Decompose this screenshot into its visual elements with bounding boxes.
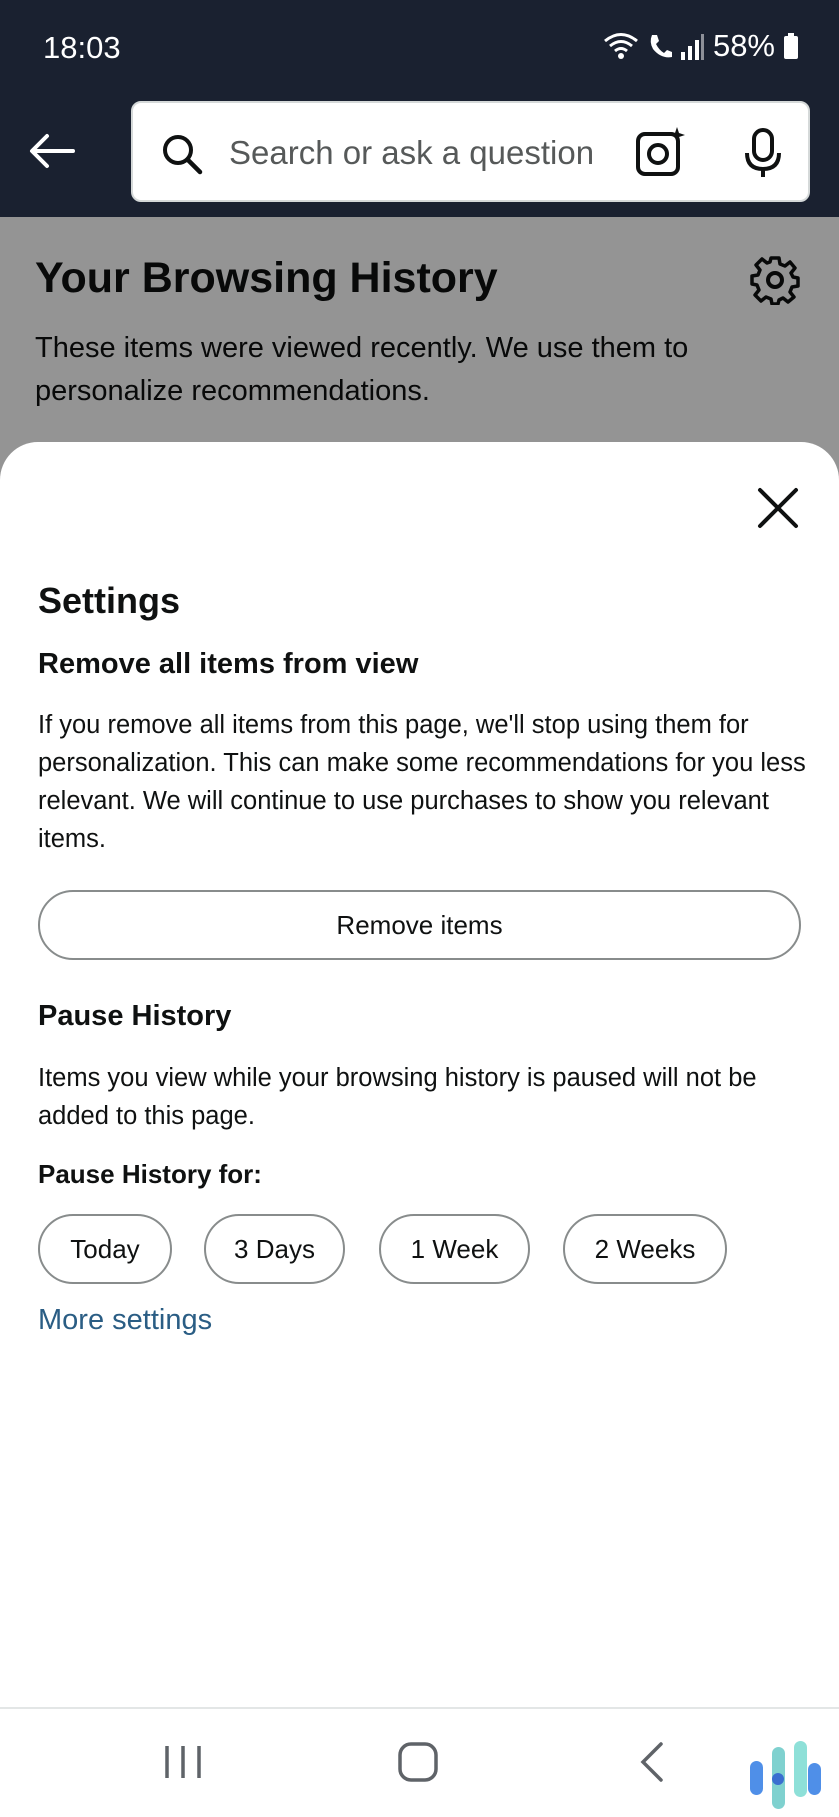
pause-option-1-week[interactable]: 1 Week — [379, 1214, 530, 1284]
more-settings-link[interactable]: More settings — [38, 1304, 212, 1337]
search-icon — [163, 135, 203, 175]
remove-items-description: If you remove all items from this page, … — [38, 711, 806, 853]
battery-percent: 58% — [712, 28, 775, 63]
battery-icon — [784, 33, 798, 59]
close-icon — [758, 488, 798, 528]
nav-back-icon[interactable] — [637, 1740, 667, 1784]
remove-items-heading: Remove all items from view — [38, 648, 419, 680]
pause-history-for-label: Pause History for: — [38, 1159, 262, 1189]
pause-option-2-weeks[interactable]: 2 Weeks — [563, 1214, 727, 1284]
back-arrow-icon — [30, 134, 75, 168]
back-button[interactable] — [26, 125, 78, 177]
close-button[interactable] — [752, 482, 804, 534]
search-input[interactable] — [229, 125, 649, 181]
status-icons: 58% — [603, 28, 799, 64]
signal-icon — [680, 34, 704, 60]
pause-history-description: Items you view while your browsing histo… — [38, 1064, 757, 1130]
status-time: 18:03 — [43, 30, 121, 65]
settings-sheet: Settings Remove all items from view If y… — [0, 442, 839, 1707]
pause-option-today[interactable]: Today — [38, 1214, 172, 1284]
pause-history-heading: Pause History — [38, 1000, 232, 1032]
camera-icon[interactable] — [633, 125, 689, 181]
microphone-icon[interactable] — [741, 125, 785, 181]
watermark-logo — [750, 1741, 821, 1809]
call-icon — [650, 35, 672, 58]
wifi-icon — [604, 33, 638, 59]
sheet-title: Settings — [38, 580, 181, 621]
remove-items-button[interactable]: Remove items — [38, 890, 801, 960]
nav-home-icon[interactable] — [396, 1740, 440, 1784]
pause-option-3-days[interactable]: 3 Days — [204, 1214, 345, 1284]
system-nav-bar — [0, 1707, 839, 1817]
app-header — [0, 97, 839, 217]
nav-recents-icon[interactable] — [163, 1742, 203, 1782]
search-bar[interactable] — [131, 101, 810, 202]
status-bar: 18:03 58% — [0, 0, 839, 97]
